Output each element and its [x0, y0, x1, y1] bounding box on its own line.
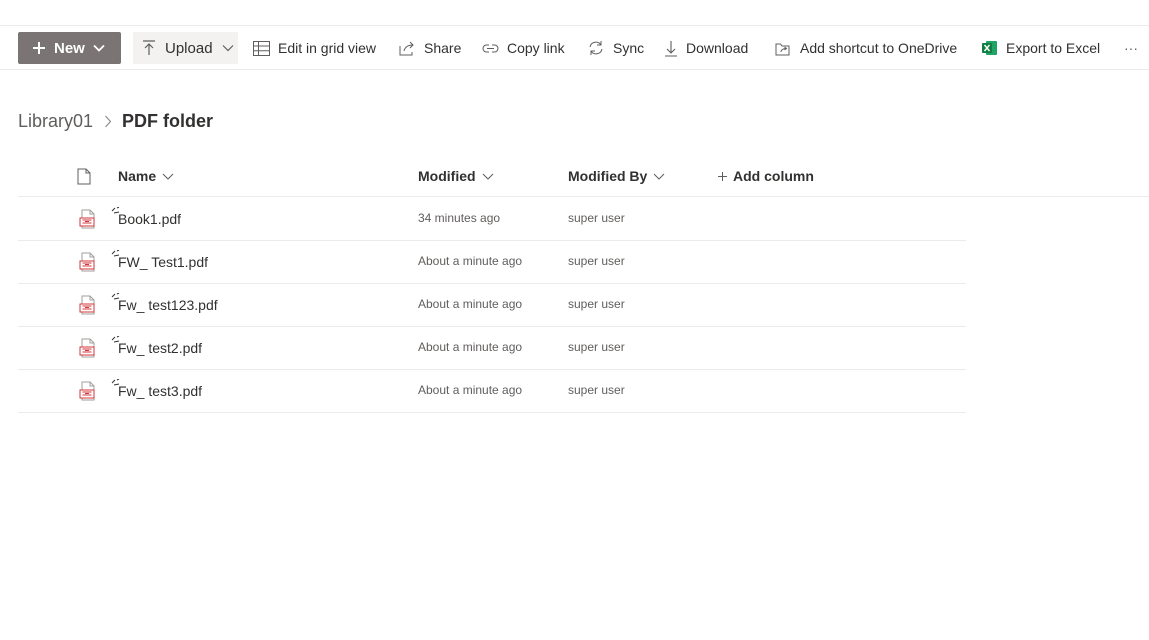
file-modified: About a minute ago: [418, 383, 523, 397]
chevron-down-icon: [93, 44, 105, 52]
file-name[interactable]: Fw_ test2.pdf: [118, 340, 202, 356]
sync-button[interactable]: Sync: [587, 32, 644, 64]
edit-grid-view-label: Edit in grid view: [278, 40, 377, 56]
file-modified-by: super user: [568, 211, 625, 225]
file-modified-by: super user: [568, 297, 625, 311]
column-header-modified[interactable]: Modified: [418, 155, 494, 197]
document-icon: [77, 168, 91, 184]
upload-icon: [143, 40, 155, 55]
more-actions-button[interactable]: ···: [1124, 32, 1138, 64]
chevron-down-icon: [162, 173, 174, 180]
share-icon: [399, 41, 414, 55]
new-button-label: New: [54, 39, 85, 57]
new-button[interactable]: New: [18, 32, 121, 64]
table-row[interactable]: Book1.pdf 34 minutes ago super user: [18, 198, 966, 241]
column-header-name[interactable]: Name: [118, 155, 174, 197]
pdf-file-icon: [79, 209, 95, 229]
chevron-right-icon: [104, 115, 112, 128]
file-type-header[interactable]: [77, 155, 91, 197]
chevron-down-icon: [482, 173, 493, 180]
share-button[interactable]: Share: [399, 32, 461, 64]
pdf-file-icon: [79, 338, 95, 358]
upload-button-label: Upload: [165, 39, 213, 57]
copy-link-label: Copy link: [507, 40, 565, 56]
download-icon: [665, 40, 677, 57]
file-modified: 34 minutes ago: [418, 211, 501, 225]
column-header-modified-label: Modified: [418, 168, 476, 184]
copy-link-button[interactable]: Copy link: [482, 32, 565, 64]
file-modified-by: super user: [568, 383, 625, 397]
download-label: Download: [686, 40, 749, 56]
add-shortcut-button[interactable]: Add shortcut to OneDrive: [775, 32, 957, 64]
upload-button[interactable]: Upload: [133, 32, 238, 64]
download-button[interactable]: Download: [664, 32, 748, 64]
file-name[interactable]: Fw_ test123.pdf: [118, 297, 218, 313]
plus-icon: [33, 42, 45, 54]
column-header-modified-by-label: Modified By: [568, 168, 648, 184]
table-row[interactable]: Fw_ test2.pdf About a minute ago super u…: [18, 327, 966, 370]
shortcut-icon: [775, 43, 790, 55]
sync-label: Sync: [613, 40, 645, 56]
file-name[interactable]: FW_ Test1.pdf: [118, 254, 208, 270]
table-row[interactable]: FW_ Test1.pdf About a minute ago super u…: [18, 241, 966, 284]
command-bar: New Upload Edit in grid view Share Copy …: [0, 26, 1149, 70]
link-icon: [482, 44, 499, 52]
file-modified-by: super user: [568, 254, 625, 268]
breadcrumb: Library01 PDF folder: [18, 108, 213, 134]
grid-icon: [253, 40, 270, 56]
export-excel-button[interactable]: Export to Excel: [982, 32, 1100, 64]
column-header-name-label: Name: [118, 168, 157, 184]
breadcrumb-library[interactable]: Library01: [18, 111, 93, 132]
add-column-label: Add column: [733, 168, 814, 184]
file-name[interactable]: Fw_ test3.pdf: [118, 383, 202, 399]
file-modified: About a minute ago: [418, 254, 523, 268]
list-header: Name Modified Modified By Add column: [18, 155, 1149, 197]
sync-icon: [589, 41, 603, 55]
more-icon: ···: [1124, 40, 1138, 56]
share-label: Share: [424, 40, 462, 56]
edit-grid-view-button[interactable]: Edit in grid view: [253, 32, 376, 64]
pdf-file-icon: [79, 252, 95, 272]
add-shortcut-label: Add shortcut to OneDrive: [800, 40, 958, 56]
breadcrumb-current: PDF folder: [122, 110, 214, 131]
export-excel-label: Export to Excel: [1006, 40, 1101, 56]
file-modified-by: super user: [568, 340, 625, 354]
excel-icon: [982, 41, 997, 55]
file-name[interactable]: Book1.pdf: [118, 211, 181, 227]
table-row[interactable]: Fw_ test3.pdf About a minute ago super u…: [18, 370, 966, 413]
pdf-file-icon: [79, 381, 95, 401]
file-modified: About a minute ago: [418, 297, 523, 311]
add-column-button[interactable]: Add column: [718, 155, 814, 197]
column-header-modified-by[interactable]: Modified By: [568, 155, 665, 197]
table-row[interactable]: Fw_ test123.pdf About a minute ago super…: [18, 284, 966, 327]
chevron-down-icon: [222, 45, 233, 52]
plus-icon: [718, 171, 727, 181]
file-list: Book1.pdf 34 minutes ago super user FW_ …: [18, 198, 966, 413]
pdf-file-icon: [79, 295, 95, 315]
file-modified: About a minute ago: [418, 340, 523, 354]
chevron-down-icon: [653, 173, 665, 180]
